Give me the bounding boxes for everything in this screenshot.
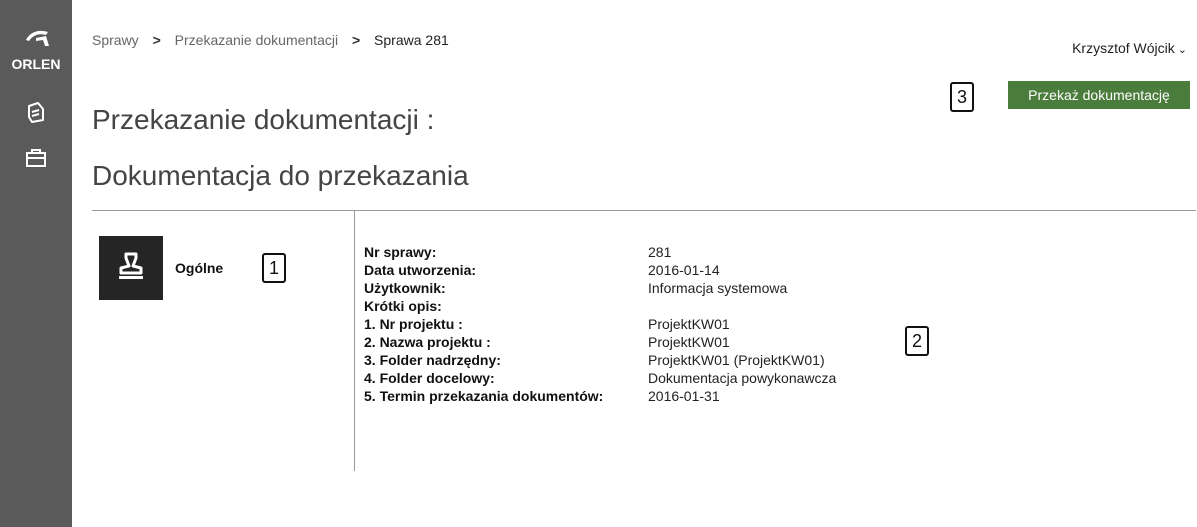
detail-row: 3. Folder nadrzędny: ProjektKW01 (Projekt…	[364, 352, 924, 370]
transfer-documentation-button[interactable]: Przekaż dokumentację	[1008, 81, 1190, 109]
page-subtitle: Dokumentacja do przekazania	[92, 160, 469, 191]
briefcase-icon[interactable]	[24, 146, 48, 170]
stamp-icon	[119, 252, 143, 279]
callout-marker-1: 1	[262, 253, 286, 283]
detail-label: Krótki opis:	[364, 298, 442, 314]
detail-value: Informacja systemowa	[648, 280, 788, 296]
detail-label: Data utworzenia:	[364, 262, 477, 278]
documents-icon[interactable]	[24, 100, 48, 124]
orlen-logo[interactable]: ORLEN	[4, 22, 68, 74]
breadcrumb-item-sprawy[interactable]: Sprawy	[92, 32, 139, 48]
detail-value: 2016-01-31	[648, 388, 720, 404]
detail-value: ProjektKW01 (ProjektKW01)	[648, 352, 825, 368]
eagle-icon	[26, 30, 49, 46]
user-menu[interactable]: Krzysztof Wójcik ⌄	[1072, 40, 1187, 56]
detail-label: 4. Folder docelowy:	[364, 370, 495, 386]
detail-row: Użytkownik: Informacja systemowa	[364, 280, 924, 298]
section-tab-general[interactable]: Ogólne	[99, 236, 249, 300]
detail-row: Data utworzenia: 2016-01-14	[364, 262, 924, 280]
detail-value: 281	[648, 244, 672, 260]
detail-label: 1. Nr projektu :	[364, 316, 463, 332]
detail-row: 2. Nazwa projektu : ProjektKW01	[364, 334, 924, 352]
breadcrumb-separator: >	[152, 32, 161, 49]
detail-label: 2. Nazwa projektu :	[364, 334, 491, 350]
detail-label: 5. Termin przekazania dokumentów:	[364, 388, 604, 404]
detail-value: Dokumentacja powykonawcza	[648, 370, 837, 386]
breadcrumb-item-current: Sprawa 281	[374, 32, 449, 49]
detail-value: 2016-01-14	[648, 262, 720, 278]
detail-row: Krótki opis:	[364, 298, 924, 316]
chevron-down-icon: ⌄	[1177, 44, 1187, 56]
breadcrumb-separator: >	[351, 32, 361, 49]
sidebar: ORLEN	[0, 0, 72, 527]
section-tile	[99, 236, 163, 300]
horizontal-divider	[92, 210, 1196, 211]
section-label: Ogólne	[175, 260, 224, 276]
breadcrumb-item-przekazanie[interactable]: Przekazanie dokumentacji	[175, 32, 338, 48]
vertical-divider	[354, 211, 355, 471]
detail-row: 4. Folder docelowy: Dokumentacja powykona…	[364, 370, 924, 388]
detail-label: Użytkownik:	[364, 280, 446, 296]
detail-row: 5. Termin przekazania dokumentów: 2016-01…	[364, 388, 924, 406]
detail-value: ProjektKW01	[648, 334, 730, 350]
page-title: Przekazanie dokumentacji :	[92, 104, 435, 135]
callout-marker-3: 3	[950, 82, 974, 112]
breadcrumb: Sprawy > Przekazanie dokumentacji > Spra…	[92, 31, 449, 48]
detail-row: Nr sprawy: 281	[364, 244, 924, 262]
case-details: Nr sprawy: 281 Data utworzenia: 2016-01-14…	[364, 244, 924, 406]
detail-value: ProjektKW01	[648, 316, 730, 332]
logo-text: ORLEN	[11, 56, 61, 72]
detail-label: Nr sprawy:	[364, 244, 437, 260]
detail-row: 1. Nr projektu : ProjektKW01	[364, 316, 924, 334]
user-name: Krzysztof Wójcik	[1072, 40, 1175, 56]
detail-label: 3. Folder nadrzędny:	[364, 352, 501, 368]
